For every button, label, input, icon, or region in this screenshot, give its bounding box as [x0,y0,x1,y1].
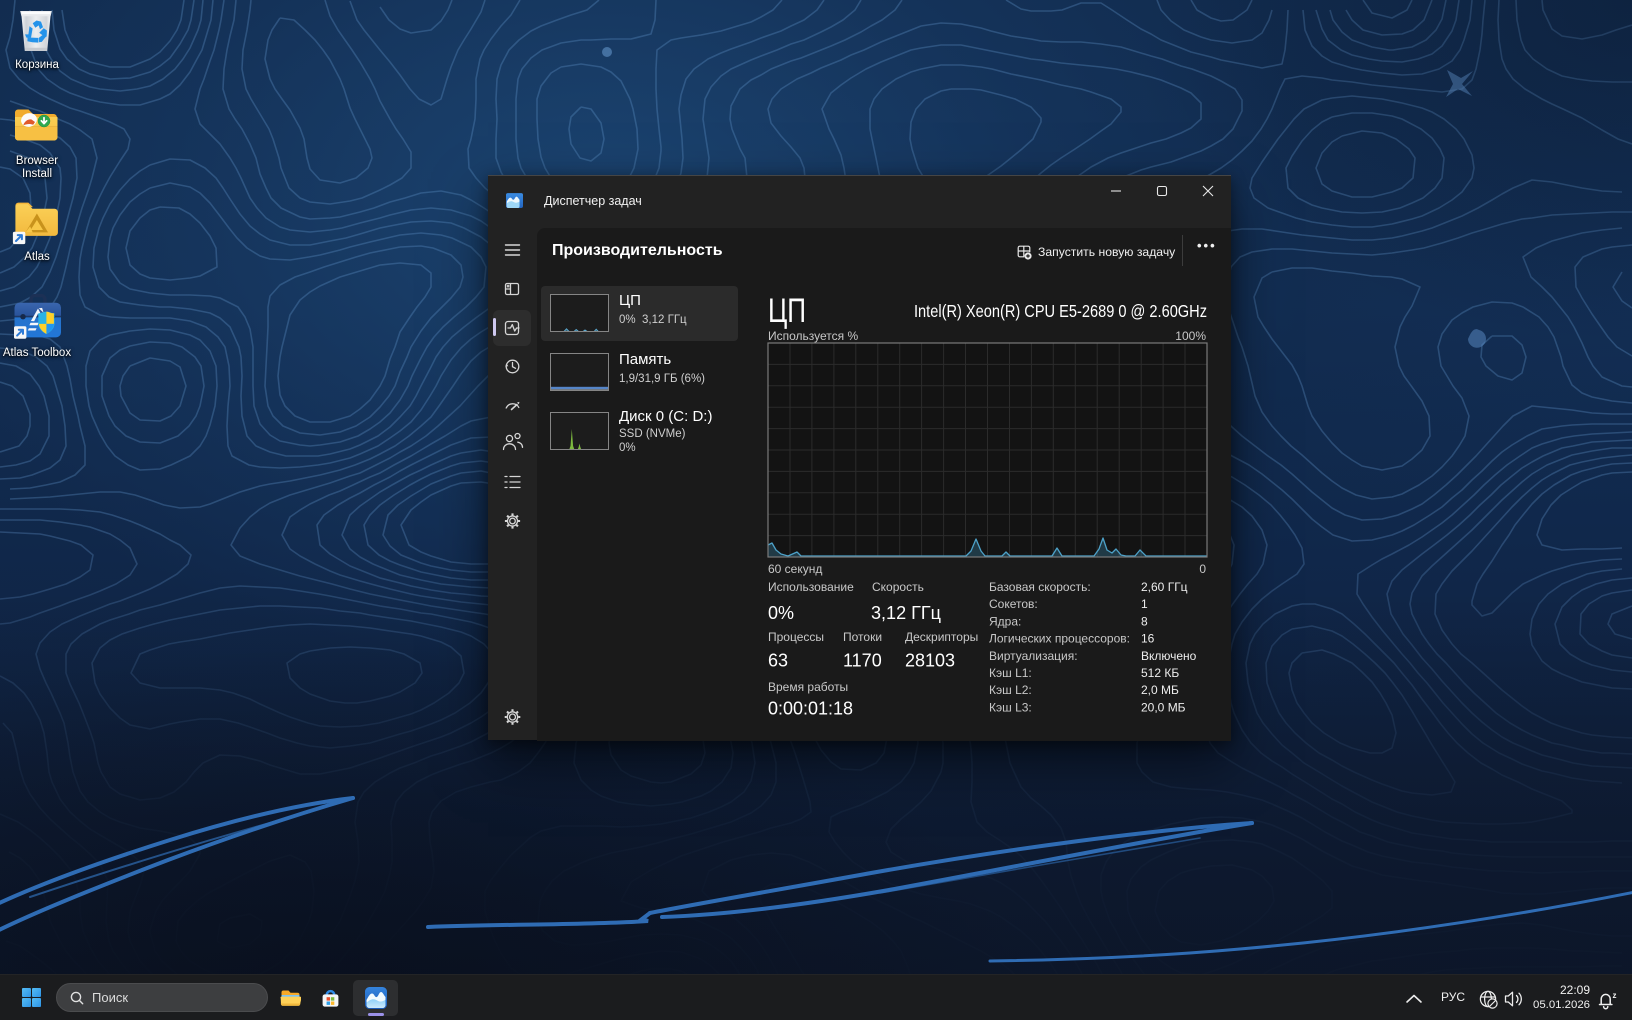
svg-text:z: z [1613,991,1617,1000]
